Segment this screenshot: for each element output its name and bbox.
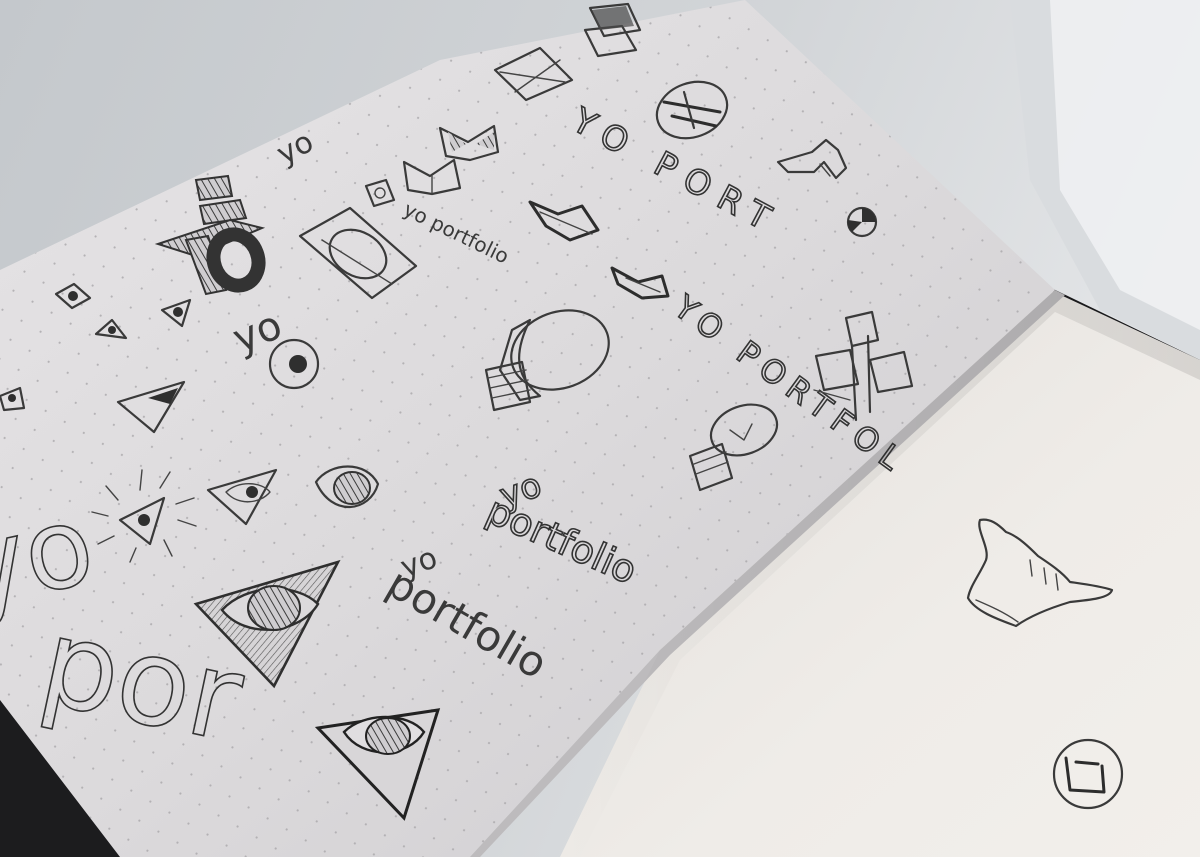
notebook-sketch-photo: yo YO PORT yo portfolio YO PORTFOL yo yo… <box>0 0 1200 857</box>
